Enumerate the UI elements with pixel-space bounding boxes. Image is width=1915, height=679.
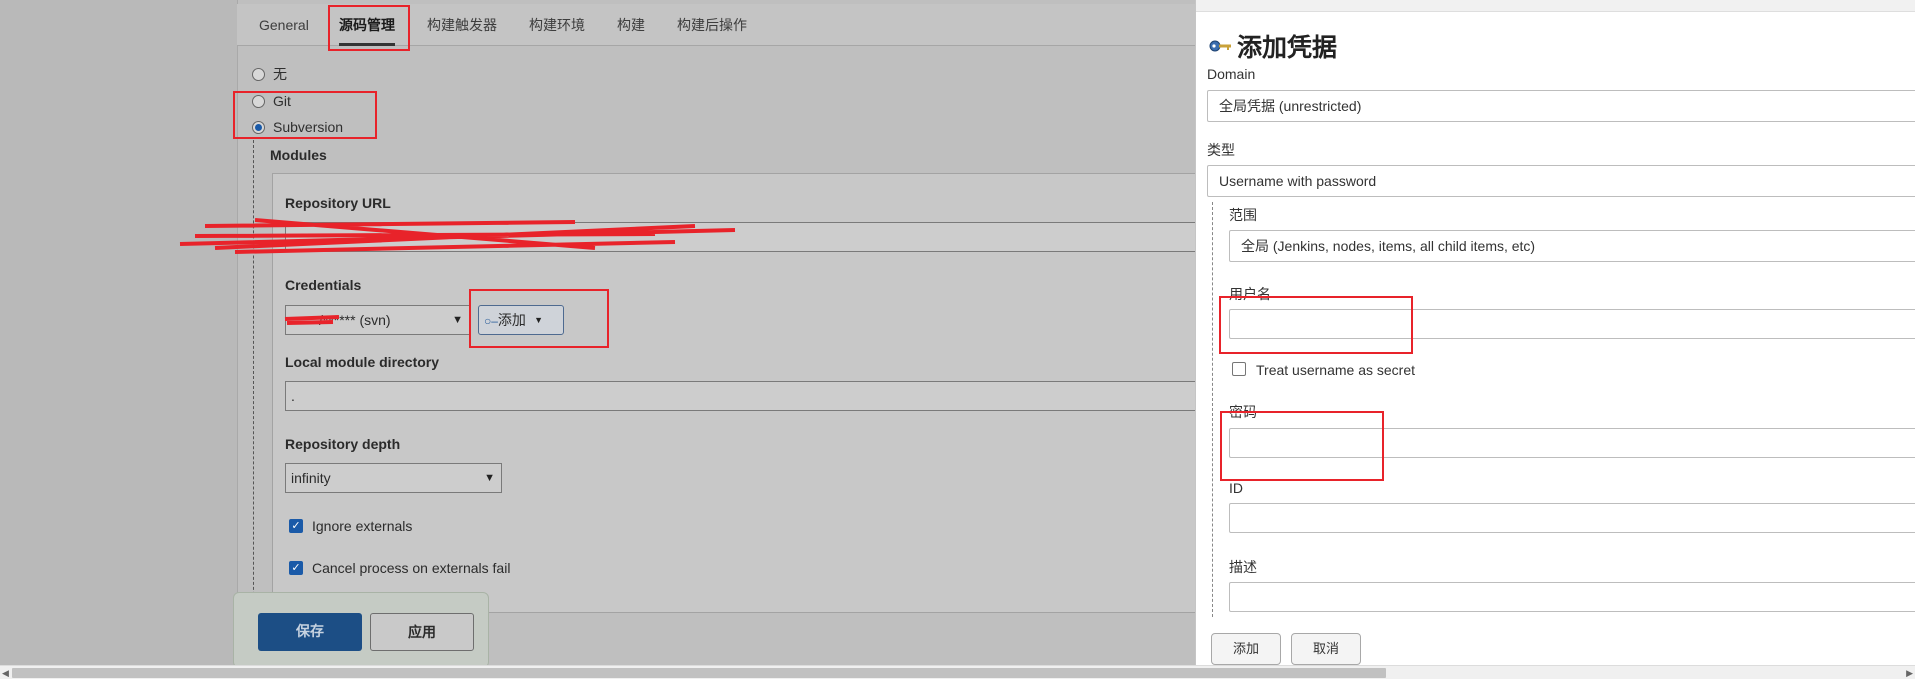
horizontal-scrollbar[interactable]: ◀ ▶	[0, 665, 1915, 679]
dialog-header: 添加凭据	[1208, 28, 1337, 64]
repository-depth-select[interactable]: infinity ▼	[285, 463, 502, 493]
cancel-externals-label: Cancel process on externals fail	[312, 560, 511, 576]
tab-general[interactable]: General	[259, 4, 309, 46]
key-icon	[1209, 40, 1231, 52]
type-section-guide	[1212, 202, 1213, 617]
apply-button[interactable]: 应用	[370, 613, 474, 651]
dialog-add-button[interactable]: 添加	[1211, 633, 1281, 665]
tab-build[interactable]: 构建	[617, 4, 645, 46]
job-config-pane: General 源码管理 构建触发器 构建环境 构建 构建后操作 无 Git S…	[0, 0, 1195, 665]
scope-select[interactable]: 全局 (Jenkins, nodes, items, all child ite…	[1229, 230, 1915, 262]
highlight-add-button	[469, 289, 609, 348]
scm-option-none[interactable]: 无	[252, 64, 287, 84]
scrollbar-thumb[interactable]	[12, 668, 1386, 678]
repository-depth-value: infinity	[291, 470, 331, 486]
credentials-label: Credentials	[285, 277, 362, 293]
chevron-down-icon: ▼	[484, 472, 495, 484]
chevron-down-icon: ▼	[452, 314, 463, 326]
tab-post-build[interactable]: 构建后操作	[677, 4, 747, 46]
add-credentials-dialog: 添加凭据 Domain 全局凭据 (unrestricted) 类型 Usern…	[1195, 0, 1915, 665]
tab-build-triggers[interactable]: 构建触发器	[427, 4, 497, 46]
ignore-externals-label: Ignore externals	[312, 518, 413, 534]
scm-option-none-label: 无	[273, 66, 287, 82]
dialog-top-strip	[1196, 0, 1915, 12]
radio-none[interactable]	[252, 67, 265, 81]
save-button[interactable]: 保存	[258, 613, 362, 651]
type-select[interactable]: Username with password	[1207, 165, 1915, 197]
description-label: 描述	[1229, 559, 1257, 575]
highlight-scm-options	[233, 91, 377, 139]
repository-url-label: Repository URL	[285, 195, 391, 211]
tab-build-environment[interactable]: 构建环境	[529, 4, 585, 46]
scope-label: 范围	[1229, 207, 1257, 223]
domain-label: Domain	[1207, 66, 1256, 82]
highlight-password	[1220, 411, 1384, 481]
modules-label: Modules	[270, 147, 327, 163]
id-label: ID	[1229, 480, 1243, 496]
domain-select[interactable]: 全局凭据 (unrestricted)	[1207, 90, 1915, 122]
repository-depth-label: Repository depth	[285, 436, 401, 452]
scroll-left-icon[interactable]: ◀	[2, 666, 9, 679]
treat-username-secret-checkbox[interactable]	[1232, 362, 1246, 376]
cancel-externals-checkbox[interactable]: ✓	[289, 561, 303, 575]
description-input[interactable]	[1229, 582, 1915, 612]
dialog-title: 添加凭据	[1237, 34, 1338, 62]
type-label: 类型	[1207, 142, 1235, 158]
dialog-cancel-button[interactable]: 取消	[1291, 633, 1361, 665]
redaction-scribble	[179, 218, 736, 254]
ignore-externals-checkbox[interactable]: ✓	[289, 519, 303, 533]
local-module-directory-label: Local module directory	[285, 354, 440, 370]
highlight-source-code-tab	[328, 5, 410, 51]
credentials-redaction	[284, 315, 340, 325]
id-input[interactable]	[1229, 503, 1915, 533]
treat-username-secret-label: Treat username as secret	[1256, 362, 1415, 378]
scroll-right-icon[interactable]: ▶	[1906, 666, 1913, 679]
local-module-directory-input[interactable]: .	[285, 381, 1195, 411]
highlight-username	[1219, 296, 1413, 354]
